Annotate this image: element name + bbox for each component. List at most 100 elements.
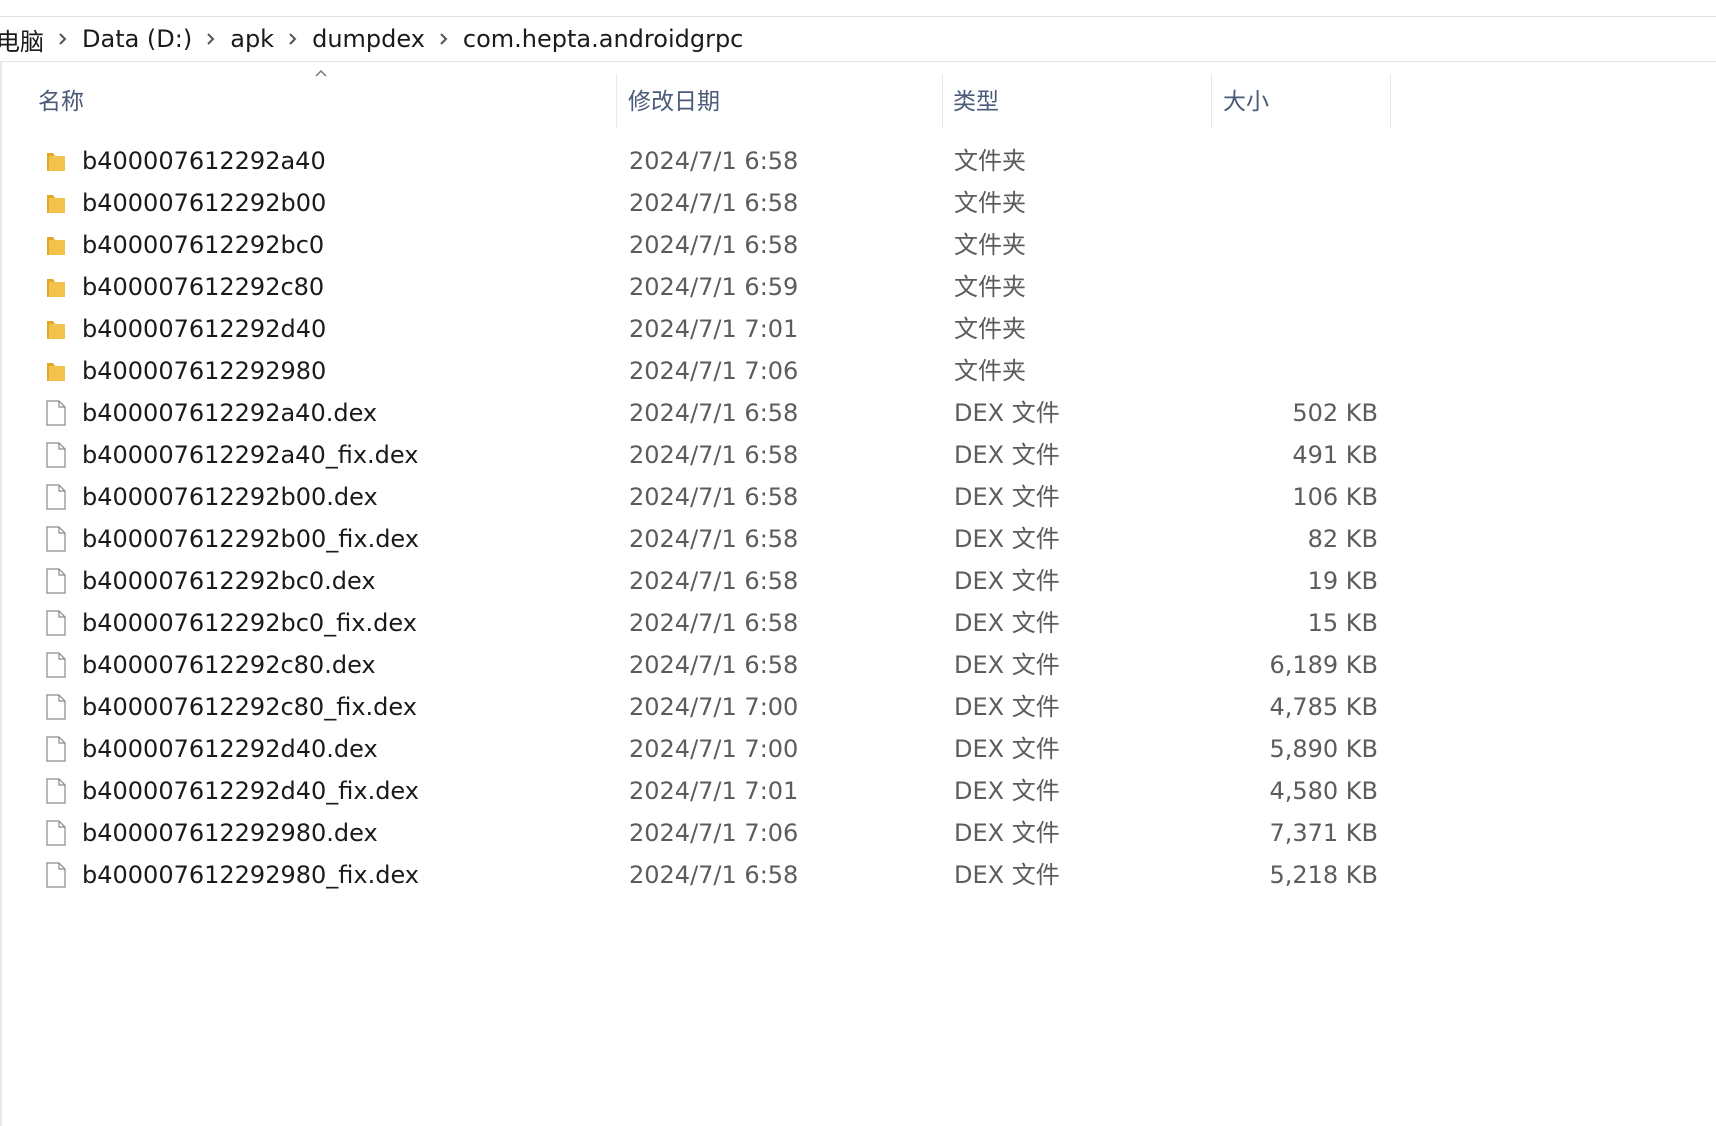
file-name: b400007612292bc0 [82, 231, 325, 259]
file-name: b400007612292980 [82, 357, 327, 385]
file-date: 2024/7/1 6:58 [629, 441, 799, 469]
file-name: b400007612292c80 [82, 273, 325, 301]
file-icon [44, 652, 68, 678]
file-row[interactable]: b400007612292b00.dex 2024/7/1 6:58 DEX 文件 1… [2, 476, 1716, 518]
file-date: 2024/7/1 6:58 [629, 399, 799, 427]
file-type: DEX 文件 [954, 609, 1060, 637]
file-size: 106 KB [1292, 483, 1378, 511]
file-row[interactable]: b400007612292c80.dex 2024/7/1 6:58 DEX 文件 6… [2, 644, 1716, 686]
file-name: b400007612292d40_fix.dex [82, 777, 419, 805]
folder-icon [44, 148, 68, 174]
column-divider[interactable] [942, 74, 943, 128]
file-type: DEX 文件 [954, 399, 1060, 427]
breadcrumb-item-apk[interactable]: apk [224, 25, 280, 53]
folder-icon [44, 358, 68, 384]
file-name: b400007612292c80.dex [82, 651, 376, 679]
file-date: 2024/7/1 7:00 [629, 735, 799, 763]
file-date: 2024/7/1 6:58 [629, 861, 799, 889]
file-type: 文件夹 [954, 273, 1026, 301]
file-icon [44, 610, 68, 636]
file-icon [44, 484, 68, 510]
breadcrumb-item-current-folder[interactable]: com.hepta.androidgrpc [457, 25, 749, 53]
chevron-right-icon[interactable] [198, 17, 224, 61]
file-type: DEX 文件 [954, 861, 1060, 889]
file-icon [44, 820, 68, 846]
file-size: 491 KB [1292, 441, 1378, 469]
file-type: DEX 文件 [954, 735, 1060, 763]
folder-icon [44, 190, 68, 216]
file-row[interactable]: b400007612292a40.dex 2024/7/1 6:58 DEX 文件 5… [2, 392, 1716, 434]
file-name: b400007612292d40.dex [82, 735, 378, 763]
column-header: 名称 修改日期 类型 大小 [2, 62, 1716, 128]
file-row[interactable]: b400007612292a40_fix.dex 2024/7/1 6:58 DEX… [2, 434, 1716, 476]
column-header-size[interactable]: 大小 [1223, 72, 1383, 126]
file-row[interactable]: b400007612292980.dex 2024/7/1 7:06 DEX 文件 7… [2, 812, 1716, 854]
folder-row[interactable]: b400007612292c80 2024/7/1 6:59 文件夹 [2, 266, 1716, 308]
column-divider[interactable] [1390, 74, 1391, 128]
file-date: 2024/7/1 6:58 [629, 147, 799, 175]
file-row[interactable]: b400007612292d40.dex 2024/7/1 7:00 DEX 文件 5… [2, 728, 1716, 770]
chevron-right-icon[interactable] [50, 17, 76, 61]
breadcrumb-item-data-drive[interactable]: Data (D:) [76, 25, 198, 53]
file-size: 15 KB [1307, 609, 1378, 637]
file-type: 文件夹 [954, 315, 1026, 343]
file-type: DEX 文件 [954, 525, 1060, 553]
file-type: DEX 文件 [954, 483, 1060, 511]
file-row[interactable]: b400007612292bc0.dex 2024/7/1 6:58 DEX 文件 1… [2, 560, 1716, 602]
file-row[interactable]: b400007612292bc0_fix.dex 2024/7/1 6:58 DEX… [2, 602, 1716, 644]
file-date: 2024/7/1 6:58 [629, 651, 799, 679]
breadcrumb-item-computer[interactable]: 电脑 [0, 22, 50, 57]
folder-row[interactable]: b400007612292bc0 2024/7/1 6:58 文件夹 [2, 224, 1716, 266]
column-divider[interactable] [1211, 74, 1212, 128]
breadcrumb[interactable]: 电脑 Data (D:) apk dumpdex com.hepta.andro… [0, 17, 1716, 62]
file-size: 19 KB [1307, 567, 1378, 595]
file-row[interactable]: b400007612292d40_fix.dex 2024/7/1 7:01 DEX… [2, 770, 1716, 812]
file-row[interactable]: b400007612292b00_fix.dex 2024/7/1 6:58 DEX… [2, 518, 1716, 560]
file-row[interactable]: b400007612292c80_fix.dex 2024/7/1 7:00 DEX… [2, 686, 1716, 728]
chevron-right-icon[interactable] [431, 17, 457, 61]
chevron-right-icon[interactable] [280, 17, 306, 61]
file-icon [44, 778, 68, 804]
file-type: DEX 文件 [954, 651, 1060, 679]
file-icon [44, 862, 68, 888]
folder-icon [44, 274, 68, 300]
file-date: 2024/7/1 7:01 [629, 315, 799, 343]
file-date: 2024/7/1 6:58 [629, 567, 799, 595]
column-header-type[interactable]: 类型 [953, 72, 1213, 126]
file-size: 7,371 KB [1269, 819, 1378, 847]
file-name: b400007612292b00.dex [82, 483, 378, 511]
file-size: 6,189 KB [1269, 651, 1378, 679]
folder-row[interactable]: b400007612292980 2024/7/1 7:06 文件夹 [2, 350, 1716, 392]
file-name: b400007612292b00_fix.dex [82, 525, 419, 553]
file-date: 2024/7/1 6:58 [629, 483, 799, 511]
folder-row[interactable]: b400007612292b00 2024/7/1 6:58 文件夹 [2, 182, 1716, 224]
file-date: 2024/7/1 6:58 [629, 609, 799, 637]
file-size: 82 KB [1307, 525, 1378, 553]
breadcrumb-item-dumpdex[interactable]: dumpdex [306, 25, 431, 53]
file-size: 5,218 KB [1269, 861, 1378, 889]
file-date: 2024/7/1 6:59 [629, 273, 799, 301]
file-name: b400007612292c80_fix.dex [82, 693, 417, 721]
file-name: b400007612292a40_fix.dex [82, 441, 419, 469]
file-explorer-window: 电脑 Data (D:) apk dumpdex com.hepta.andro… [0, 0, 1716, 1126]
file-size: 4,785 KB [1269, 693, 1378, 721]
file-date: 2024/7/1 7:00 [629, 693, 799, 721]
file-type: 文件夹 [954, 147, 1026, 175]
column-divider[interactable] [616, 74, 617, 128]
file-type: DEX 文件 [954, 567, 1060, 595]
file-row[interactable]: b400007612292980_fix.dex 2024/7/1 6:58 DEX… [2, 854, 1716, 896]
file-type: DEX 文件 [954, 441, 1060, 469]
file-size: 5,890 KB [1269, 735, 1378, 763]
file-type: 文件夹 [954, 189, 1026, 217]
folder-icon [44, 232, 68, 258]
file-date: 2024/7/1 6:58 [629, 525, 799, 553]
file-name: b400007612292b00 [82, 189, 327, 217]
folder-row[interactable]: b400007612292d40 2024/7/1 7:01 文件夹 [2, 308, 1716, 350]
file-type: DEX 文件 [954, 819, 1060, 847]
column-header-name[interactable]: 名称 [38, 72, 598, 126]
folder-row[interactable]: b400007612292a40 2024/7/1 6:58 文件夹 [2, 140, 1716, 182]
file-icon [44, 568, 68, 594]
file-icon [44, 694, 68, 720]
file-type: DEX 文件 [954, 693, 1060, 721]
column-header-date[interactable]: 修改日期 [628, 72, 948, 126]
